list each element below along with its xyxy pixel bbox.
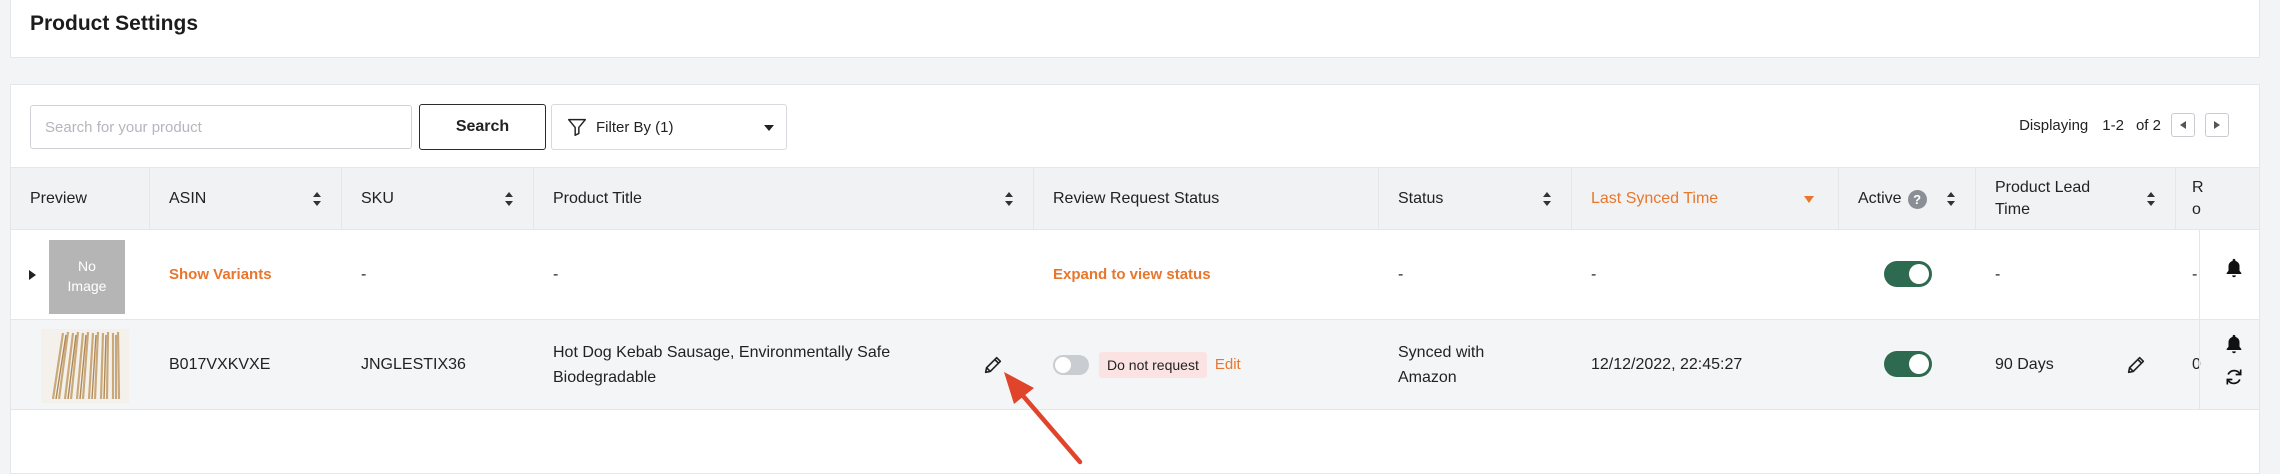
- chevron-left-icon: [2180, 121, 2186, 129]
- column-product-lead-time[interactable]: Product Lead Time: [1976, 168, 2176, 230]
- column-active-label: Active: [1858, 190, 1902, 207]
- column-lead-time-label: Product Lead Time: [1995, 177, 2090, 221]
- table-row: No Image Show Variants - - Expand to vie…: [11, 230, 2259, 320]
- title-line2: Biodegradable: [553, 369, 657, 386]
- synced-cell: 12/12/2022, 22:45:27: [1591, 355, 1743, 373]
- sort-desc-icon[interactable]: [1804, 196, 1814, 203]
- products-panel: Search Filter By (1) Displaying 1-2 of 2…: [10, 84, 2260, 474]
- column-asin-label: ASIN: [169, 190, 207, 207]
- review-status-badge: Do not request: [1099, 351, 1207, 378]
- table-header: Preview ASIN SKU Product Title Review Re…: [11, 167, 2259, 230]
- search-input[interactable]: [30, 105, 412, 149]
- prev-page-button[interactable]: [2171, 113, 2195, 137]
- column-product-title[interactable]: Product Title: [534, 168, 1034, 230]
- chevron-right-icon: [2214, 121, 2220, 129]
- pagination-label: Displaying: [2019, 116, 2089, 134]
- review-request-cell: Do not request Edit: [1034, 320, 1241, 409]
- column-review-request-status: Review Request Status: [1034, 168, 1379, 230]
- sku-cell: -: [361, 265, 367, 283]
- pagination-range: 1-2: [2102, 116, 2124, 134]
- truncated-cell: -: [2192, 265, 2198, 283]
- sort-icon[interactable]: [2147, 192, 2155, 206]
- column-sku[interactable]: SKU: [342, 168, 534, 230]
- column-preview: Preview: [11, 168, 150, 230]
- next-page-button[interactable]: [2205, 113, 2229, 137]
- column-asin[interactable]: ASIN: [150, 168, 342, 230]
- help-icon[interactable]: ?: [1907, 189, 1927, 209]
- show-variants-link[interactable]: Show Variants: [150, 230, 272, 319]
- page-header: Product Settings: [10, 0, 2260, 58]
- expand-status-link[interactable]: Expand to view status: [1034, 230, 1211, 319]
- status-cell: -: [1398, 265, 1404, 283]
- sort-icon[interactable]: [505, 192, 513, 206]
- column-truncated: R o: [2176, 168, 2216, 230]
- column-product-title-label: Product Title: [553, 190, 642, 207]
- column-lead-time-line2: Time: [1995, 201, 2030, 218]
- sku-cell: JNGLESTIX36: [361, 355, 466, 373]
- expand-row-icon[interactable]: [29, 270, 36, 280]
- status-line1: Synced with: [1398, 344, 1485, 361]
- status-cell: Synced with Amazon: [1379, 320, 1484, 409]
- chevron-down-icon: [764, 125, 774, 131]
- page-title: Product Settings: [30, 12, 199, 35]
- column-truncated-line1: R: [2192, 179, 2204, 196]
- sort-icon[interactable]: [1005, 192, 1013, 206]
- active-toggle[interactable]: [1884, 261, 1932, 287]
- filter-dropdown[interactable]: Filter By (1): [551, 104, 787, 150]
- actions-column-divider: [2199, 230, 2259, 410]
- column-last-synced-label: Last Synced Time: [1591, 190, 1719, 207]
- sort-icon[interactable]: [313, 192, 321, 206]
- truncated-cell: 0: [2192, 355, 2201, 373]
- sort-icon[interactable]: [1543, 192, 1551, 206]
- title-cell: -: [553, 265, 559, 283]
- edit-pencil-icon[interactable]: [982, 354, 1004, 376]
- sort-icon[interactable]: [1947, 192, 1955, 206]
- column-truncated-line2: o: [2192, 201, 2201, 218]
- table-row: B017VXKVXE JNGLESTIX36 Hot Dog Kebab Sau…: [11, 320, 2259, 410]
- product-thumbnail: [41, 329, 129, 403]
- column-active[interactable]: Active?: [1839, 168, 1976, 230]
- pagination-total: of 2: [2135, 116, 2161, 134]
- toolbar: Search Filter By (1) Displaying 1-2 of 2: [11, 85, 2259, 167]
- review-edit-link[interactable]: Edit: [1215, 356, 1241, 373]
- status-line2: Amazon: [1398, 369, 1457, 386]
- review-request-toggle[interactable]: [1053, 354, 1089, 375]
- asin-cell: B017VXKVXE: [169, 355, 271, 373]
- column-sku-label: SKU: [361, 190, 394, 207]
- no-image-line2: Image: [67, 278, 107, 294]
- filter-icon: [568, 118, 586, 136]
- active-toggle[interactable]: [1884, 351, 1932, 377]
- title-cell: Hot Dog Kebab Sausage, Environmentally S…: [534, 320, 890, 409]
- column-status-label: Status: [1398, 190, 1444, 207]
- column-preview-label: Preview: [30, 190, 87, 207]
- no-image-placeholder: No Image: [49, 240, 125, 314]
- lead-time-cell: 90 Days: [1995, 355, 2054, 373]
- lead-time-cell: -: [1995, 265, 2001, 283]
- filter-label: Filter By (1): [596, 118, 674, 136]
- column-status[interactable]: Status: [1379, 168, 1572, 230]
- edit-pencil-icon[interactable]: [2125, 354, 2147, 376]
- column-truncated-label: R o: [2192, 177, 2204, 221]
- search-button[interactable]: Search: [419, 104, 546, 150]
- synced-cell: -: [1591, 265, 1597, 283]
- column-review-status-label: Review Request Status: [1053, 190, 1220, 207]
- no-image-line1: No: [78, 258, 96, 274]
- pagination: Displaying 1-2 of 2: [2019, 113, 2229, 137]
- column-lead-time-line1: Product Lead: [1995, 179, 2091, 196]
- title-line1: Hot Dog Kebab Sausage, Environmentally S…: [553, 344, 891, 361]
- column-last-synced-time[interactable]: Last Synced Time: [1572, 168, 1839, 230]
